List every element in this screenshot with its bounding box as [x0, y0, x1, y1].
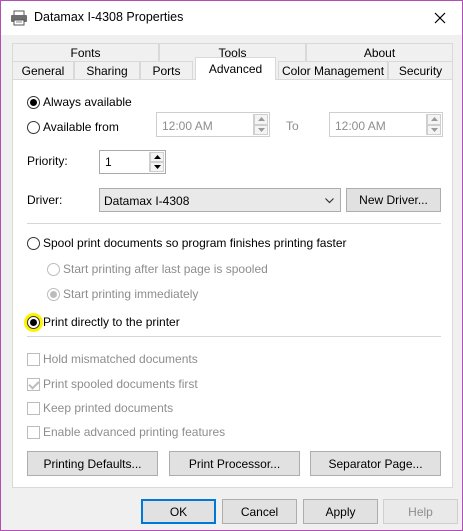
spin-down-button[interactable] — [254, 124, 268, 135]
tab-label: Fonts — [70, 46, 101, 60]
priority-spinner[interactable] — [149, 152, 164, 172]
tab-fonts[interactable]: Fonts — [12, 43, 159, 62]
hold-mismatched-checkbox[interactable] — [27, 353, 40, 366]
priority-stepper[interactable]: 1 — [99, 150, 166, 174]
spin-up-button[interactable] — [254, 114, 268, 125]
tab-label: Security — [398, 64, 443, 78]
available-from-time[interactable]: 12:00 AM — [156, 112, 270, 137]
spool-radio[interactable] — [27, 237, 40, 250]
tab-security[interactable]: Security — [388, 61, 453, 80]
start-after-last-page-radio[interactable] — [47, 263, 60, 276]
title-bar[interactable]: Datamax I-4308 Properties — [1, 1, 462, 35]
tab-color-management[interactable]: Color Management — [278, 61, 388, 80]
print-spooled-first-label: Print spooled documents first — [43, 377, 198, 391]
ok-button[interactable]: OK — [141, 499, 216, 524]
tab-label: Sharing — [86, 64, 128, 78]
separator-page-button[interactable]: Separator Page... — [310, 451, 441, 476]
advanced-features-label: Enable advanced printing features — [43, 425, 226, 439]
chevron-down-icon — [257, 127, 265, 132]
spin-up-button[interactable] — [427, 114, 441, 125]
print-directly-label: Print directly to the printer — [43, 315, 180, 329]
apply-button[interactable]: Apply — [303, 499, 378, 524]
new-driver-label: New Driver... — [359, 193, 428, 207]
tab-general[interactable]: General — [12, 61, 74, 80]
cancel-button[interactable]: Cancel — [222, 499, 297, 524]
help-button[interactable]: Help — [383, 499, 458, 524]
close-icon — [434, 12, 446, 23]
printing-defaults-label: Printing Defaults... — [43, 456, 142, 471]
print-processor-label: Print Processor... — [188, 456, 281, 471]
available-from-radio[interactable] — [27, 121, 40, 134]
window-title: Datamax I-4308 Properties — [34, 10, 184, 24]
to-time-value: 12:00 AM — [335, 119, 386, 133]
tab-ports[interactable]: Ports — [140, 61, 193, 80]
keep-printed-label: Keep printed documents — [43, 401, 174, 415]
tab-advanced[interactable]: Advanced — [195, 57, 276, 80]
printing-defaults-button[interactable]: Printing Defaults... — [27, 451, 158, 476]
spool-label: Spool print documents so program finishe… — [43, 236, 347, 250]
driver-value: Datamax I-4308 — [104, 194, 190, 208]
properties-window: Datamax I-4308 Properties Fonts Tools Ab… — [0, 0, 463, 531]
ok-label: OK — [169, 504, 188, 519]
to-label: To — [286, 119, 299, 133]
separator — [27, 223, 441, 224]
tab-sharing[interactable]: Sharing — [74, 61, 140, 80]
close-button[interactable] — [418, 1, 462, 34]
print-spooled-first-checkbox[interactable] — [27, 378, 40, 391]
apply-label: Apply — [325, 504, 356, 519]
priority-label: Priority: — [27, 154, 68, 168]
available-to-time[interactable]: 12:00 AM — [329, 112, 443, 137]
spin-up-button[interactable] — [150, 152, 164, 162]
separator-page-label: Separator Page... — [328, 456, 423, 471]
cancel-label: Cancel — [240, 504, 279, 519]
spin-down-button[interactable] — [150, 162, 164, 172]
from-time-spinner[interactable] — [253, 114, 268, 135]
tab-label: General — [21, 64, 65, 78]
advanced-features-checkbox[interactable] — [27, 426, 40, 439]
print-directly-radio[interactable] — [27, 316, 40, 329]
hold-mismatched-label: Hold mismatched documents — [43, 352, 198, 366]
start-immediately-label: Start printing immediately — [63, 287, 199, 301]
to-time-spinner[interactable] — [426, 114, 441, 135]
chevron-up-icon — [153, 155, 161, 159]
keep-printed-checkbox[interactable] — [27, 402, 40, 415]
start-after-last-page-label: Start printing after last page is spoole… — [63, 262, 268, 276]
priority-value: 1 — [105, 155, 112, 169]
tab-label: About — [363, 46, 396, 60]
spin-down-button[interactable] — [427, 124, 441, 135]
always-available-radio[interactable] — [27, 96, 40, 109]
tab-about[interactable]: About — [306, 43, 453, 62]
chevron-up-icon — [257, 117, 265, 122]
driver-select[interactable]: Datamax I-4308 — [99, 188, 341, 212]
print-processor-button[interactable]: Print Processor... — [169, 451, 300, 476]
chevron-down-icon — [325, 198, 334, 204]
driver-label: Driver: — [27, 193, 63, 207]
tab-label: Ports — [152, 64, 181, 78]
always-available-label: Always available — [43, 95, 132, 109]
start-immediately-radio[interactable] — [47, 288, 60, 301]
tab-label: Advanced — [208, 62, 263, 76]
chevron-down-icon — [430, 127, 438, 132]
printer-icon — [11, 10, 27, 26]
chevron-up-icon — [430, 117, 438, 122]
tab-label: Color Management — [281, 64, 385, 78]
help-label: Help — [408, 504, 433, 519]
new-driver-button[interactable]: New Driver... — [346, 188, 441, 212]
chevron-down-icon — [153, 165, 161, 169]
available-from-label: Available from — [43, 120, 119, 134]
separator — [27, 336, 441, 337]
from-time-value: 12:00 AM — [162, 119, 213, 133]
advanced-panel: Always available Available from 12:00 AM… — [12, 79, 453, 488]
